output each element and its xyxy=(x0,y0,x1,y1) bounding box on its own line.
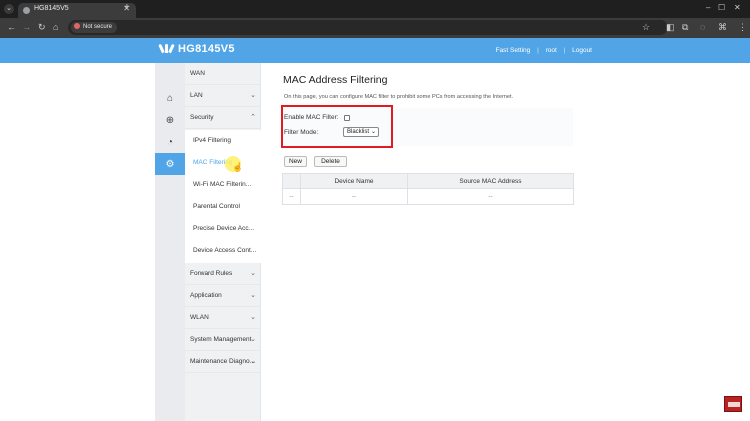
new-button[interactable]: New xyxy=(284,156,307,167)
menu-item-label: Application xyxy=(190,292,222,299)
close-window-icon[interactable]: ✕ xyxy=(734,3,741,12)
icon-sidebar: ⌂ ⊕ ◔ ⚙ xyxy=(155,63,185,421)
browser-toolbar: ← → ↻ ⌂ Not secure ☆ ◧ ⧉ ◌ ⌘ ⋮ xyxy=(0,18,750,38)
submenu-parental-control[interactable]: Parental Control xyxy=(185,196,261,218)
annotation-highlight-box xyxy=(281,105,393,148)
extension-icon[interactable]: ◧ xyxy=(666,22,675,33)
security-chip-label: Not secure xyxy=(83,24,113,30)
browser-tab-strip: ⌄ HG8145V5 ✕ + – ☐ ✕ xyxy=(0,0,750,18)
menu-item-maintenance-diagnosis[interactable]: Maintenance Diagno... ⌄ xyxy=(185,351,261,373)
chevron-down-icon: ⌄ xyxy=(250,314,256,321)
menu-item-system-management[interactable]: System Management ⌄ xyxy=(185,329,261,351)
menu-item-label: Maintenance Diagno... xyxy=(190,358,256,365)
select-column-header xyxy=(283,174,300,188)
browser-tab[interactable]: HG8145V5 ✕ xyxy=(18,3,136,18)
router-model: HG8145V5 xyxy=(178,43,235,55)
fast-setting-link[interactable]: Fast Setting xyxy=(496,47,531,54)
device-name-header: Device Name xyxy=(300,174,407,188)
gauge-nav-icon[interactable]: ◔ xyxy=(155,131,185,153)
chevron-down-icon: ⌄ xyxy=(250,270,256,277)
table-header: Device Name Source MAC Address xyxy=(282,173,574,189)
chevron-down-icon: ⌄ xyxy=(250,358,256,365)
extensions-puzzle-icon[interactable]: ⧉ xyxy=(682,22,688,33)
delete-button[interactable]: Delete xyxy=(314,156,347,167)
submenu-ipv4-filtering[interactable]: IPv4 Filtering xyxy=(185,130,261,152)
huawei-logo-icon xyxy=(158,43,175,54)
submenu-wifi-mac-filtering[interactable]: Wi-Fi MAC Filterin... xyxy=(185,174,261,196)
menu-item-label: Security xyxy=(190,114,214,121)
save-nav-icon[interactable]: ⊕ xyxy=(155,109,185,131)
minimize-icon[interactable]: – xyxy=(706,3,710,12)
warning-icon xyxy=(74,23,80,29)
submenu-mac-filtering[interactable]: MAC Filtering xyxy=(185,152,261,174)
forward-icon[interactable]: → xyxy=(22,22,31,32)
submenu-device-access-control[interactable]: Device Access Cont... xyxy=(185,240,261,262)
tab-title: HG8145V5 xyxy=(34,5,69,12)
chevron-down-icon: ⌄ xyxy=(250,92,256,99)
menu-item-lan[interactable]: LAN ⌄ xyxy=(185,85,261,107)
chevron-down-icon: ⌄ xyxy=(250,292,256,299)
row-source-mac-cell: -- xyxy=(407,189,573,204)
security-submenu: IPv4 Filtering MAC Filtering Wi-Fi MAC F… xyxy=(185,130,261,263)
address-bar[interactable]: Not secure ☆ xyxy=(68,20,668,35)
menu-item-security[interactable]: Security ⌃ xyxy=(185,107,261,129)
table-row: -- -- -- xyxy=(282,189,574,205)
source-mac-header: Source MAC Address xyxy=(407,174,573,188)
router-logo: HG8145V5 xyxy=(158,43,235,55)
menu-item-label: WLAN xyxy=(190,314,209,321)
new-tab-icon[interactable]: + xyxy=(124,2,130,13)
back-icon[interactable]: ← xyxy=(7,22,16,32)
menu-item-label: LAN xyxy=(190,92,203,99)
maximize-icon[interactable]: ☐ xyxy=(718,3,725,12)
header-separator: | xyxy=(563,47,566,54)
lower-menu: Forward Rules ⌄ Application ⌄ WLAN ⌄ Sys… xyxy=(185,263,261,383)
menu-item-label: WAN xyxy=(190,70,205,77)
bookmark-star-icon[interactable]: ☆ xyxy=(642,22,650,33)
menu-item-label: System Management xyxy=(190,336,252,343)
header-links: Fast Setting | root | Logout xyxy=(491,47,592,54)
logout-link[interactable]: Logout xyxy=(572,47,592,54)
home-nav-icon[interactable]: ⌂ xyxy=(155,87,185,109)
header-separator: | xyxy=(537,47,539,54)
page-title: MAC Address Filtering xyxy=(283,74,388,86)
channel-logo-icon xyxy=(724,396,742,412)
cast-icon[interactable]: ⌘ xyxy=(718,22,727,33)
security-chip[interactable]: Not secure xyxy=(71,22,118,33)
settings-nav-icon[interactable]: ⚙ xyxy=(155,153,185,175)
tab-search-icon[interactable]: ⌄ xyxy=(4,4,14,14)
row-device-name-cell: -- xyxy=(300,189,407,204)
menu-item-forward-rules[interactable]: Forward Rules ⌄ xyxy=(185,263,261,285)
menu-item-application[interactable]: Application ⌄ xyxy=(185,285,261,307)
menu-item-wan[interactable]: WAN xyxy=(185,63,261,85)
user-link[interactable]: root xyxy=(546,47,557,54)
more-menu-icon[interactable]: ⋮ xyxy=(738,22,747,33)
page-description: On this page, you can configure MAC filt… xyxy=(284,94,514,100)
reload-icon[interactable]: ↻ xyxy=(38,22,46,33)
chevron-up-icon: ⌃ xyxy=(250,114,256,121)
router-header: HG8145V5 Fast Setting | root | Logout xyxy=(0,38,750,63)
profile-icon[interactable]: ◌ xyxy=(700,22,705,32)
menu-item-wlan[interactable]: WLAN ⌄ xyxy=(185,307,261,329)
submenu-precise-device-access[interactable]: Precise Device Acc... xyxy=(185,218,261,240)
row-select-cell: -- xyxy=(289,193,294,200)
tab-favicon-icon xyxy=(23,7,30,14)
menu-item-label: Forward Rules xyxy=(190,270,233,277)
home-icon[interactable]: ⌂ xyxy=(53,22,58,32)
mouse-pointer-icon: ☝ xyxy=(232,162,244,172)
chevron-down-icon: ⌄ xyxy=(250,336,256,343)
